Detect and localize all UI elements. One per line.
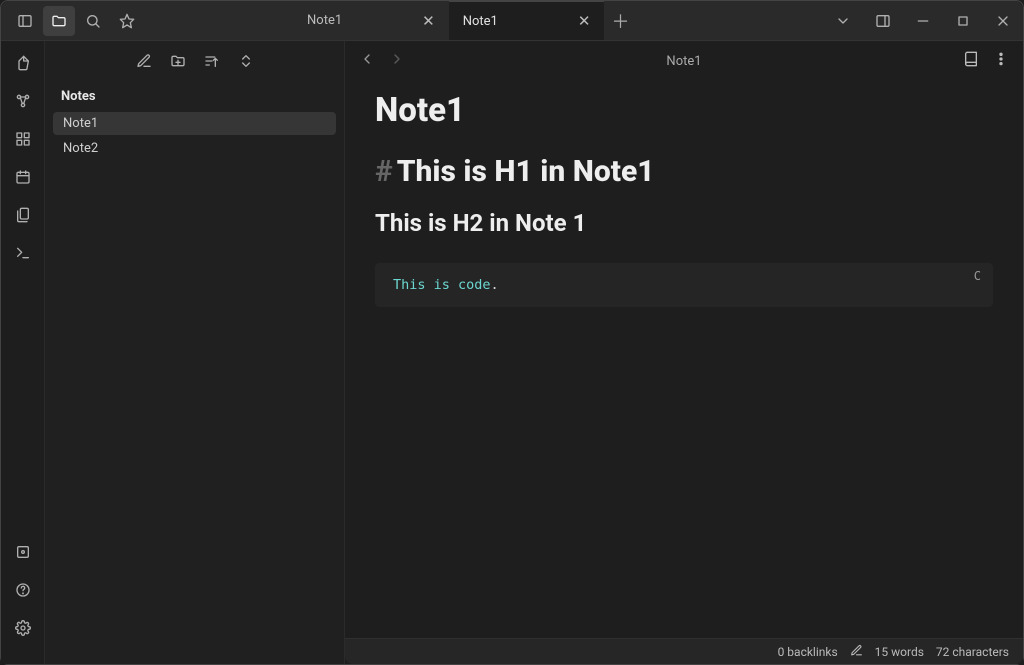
vault-icon[interactable] [11, 540, 35, 564]
edit-mode-icon[interactable] [850, 644, 863, 660]
window-controls [823, 1, 1023, 41]
file-list: Note1 Note2 [45, 112, 344, 160]
code-text: This is code [393, 277, 491, 293]
new-note-icon[interactable] [136, 53, 152, 69]
new-folder-icon[interactable] [170, 53, 186, 69]
tab-note1-inactive[interactable]: Note1 ✕ [293, 1, 449, 40]
file-item-note1[interactable]: Note1 [53, 112, 336, 135]
collapse-expand-icon[interactable] [238, 53, 254, 69]
note-title[interactable]: Note1 [375, 91, 993, 130]
h1-heading[interactable]: #This is H1 in Note1 [375, 154, 993, 189]
file-item-label: Note1 [63, 116, 98, 131]
canvas-icon[interactable] [11, 127, 35, 151]
minimize-icon[interactable] [903, 1, 943, 41]
code-dot: . [491, 277, 499, 293]
settings-icon[interactable] [11, 616, 35, 640]
maximize-icon[interactable] [943, 1, 983, 41]
templates-icon[interactable] [11, 203, 35, 227]
titlebar: Note1 ✕ Note1 ✕ ＋ [1, 1, 1023, 41]
char-count[interactable]: 72 characters [936, 645, 1009, 659]
app-body: Notes Note1 Note2 Note1 Note1 #This is H… [1, 41, 1023, 664]
reading-view-icon[interactable] [963, 51, 979, 71]
app-window: Note1 ✕ Note1 ✕ ＋ [0, 0, 1024, 665]
status-bar: 0 backlinks 15 words 72 characters [345, 638, 1023, 664]
help-icon[interactable] [11, 578, 35, 602]
breadcrumb-title[interactable]: Note1 [419, 54, 949, 69]
word-count[interactable]: 15 words [875, 645, 924, 659]
graph-icon[interactable] [11, 89, 35, 113]
icon-rail [1, 41, 45, 664]
search-icon[interactable] [77, 6, 109, 36]
code-block[interactable]: C This is code. [375, 263, 993, 307]
heading-hash: # [375, 154, 393, 189]
toggle-right-sidebar-icon[interactable] [863, 1, 903, 41]
h1-text: This is H1 in Note1 [397, 154, 655, 189]
backlinks-count[interactable]: 0 backlinks [778, 645, 838, 659]
more-options-icon[interactable] [993, 51, 1009, 71]
tab-label: Note1 [463, 14, 498, 29]
file-sidebar: Notes Note1 Note2 [45, 41, 345, 664]
vault-title[interactable]: Notes [45, 81, 344, 112]
tab-dropdown-icon[interactable] [823, 1, 863, 41]
new-tab-button[interactable]: ＋ [604, 1, 636, 40]
h2-heading[interactable]: This is H2 in Note 1 [375, 209, 993, 237]
tab-bar: Note1 ✕ Note1 ✕ ＋ [293, 1, 636, 40]
close-icon[interactable]: ✕ [422, 12, 435, 30]
files-icon[interactable] [43, 6, 75, 36]
nav-back-icon[interactable] [359, 51, 375, 71]
toggle-left-sidebar-icon[interactable] [9, 6, 41, 36]
close-window-icon[interactable] [983, 1, 1023, 41]
tab-label: Note1 [307, 13, 342, 28]
titlebar-left-tools [1, 6, 143, 36]
tab-note1-active[interactable]: Note1 ✕ [449, 1, 605, 40]
bookmark-icon[interactable] [111, 6, 143, 36]
quick-switcher-icon[interactable] [11, 51, 35, 75]
file-item-note2[interactable]: Note2 [53, 137, 336, 160]
file-item-label: Note2 [63, 141, 98, 156]
daily-note-icon[interactable] [11, 165, 35, 189]
command-palette-icon[interactable] [11, 241, 35, 265]
close-icon[interactable]: ✕ [578, 12, 591, 30]
main-pane: Note1 Note1 #This is H1 in Note1 This is… [345, 41, 1023, 664]
sidebar-toolbar [45, 41, 344, 81]
main-header: Note1 [345, 41, 1023, 81]
editor-area[interactable]: Note1 #This is H1 in Note1 This is H2 in… [345, 81, 1023, 638]
nav-forward-icon[interactable] [389, 51, 405, 71]
sort-icon[interactable] [204, 53, 220, 69]
code-language-label: C [974, 269, 981, 283]
